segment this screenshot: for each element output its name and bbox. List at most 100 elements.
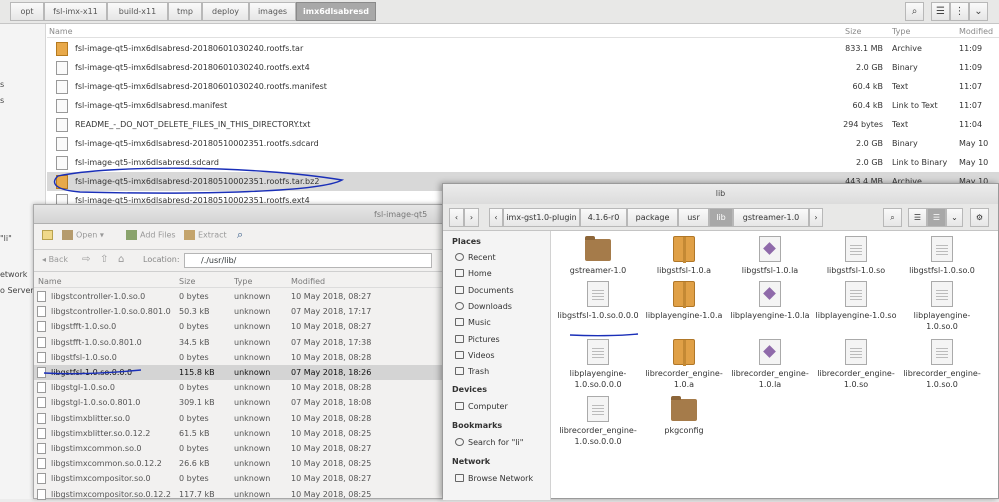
archive-row[interactable]: libgstfft-1.0.so.0.801.0 34.5 kB unknown 07…: [34, 335, 442, 350]
forward-button[interactable]: ›: [464, 208, 479, 227]
breadcrumb-opt[interactable]: opt: [10, 2, 44, 21]
home-button[interactable]: ⌂: [118, 254, 124, 265]
place-recent[interactable]: Recent: [455, 253, 496, 262]
col-size[interactable]: Size: [845, 27, 861, 36]
col-modified[interactable]: Modified: [959, 27, 993, 36]
device-computer[interactable]: Computer: [455, 402, 508, 411]
archive-row[interactable]: libgstfsl-1.0.so.0.0.0 115.8 kB unknown 07 …: [34, 365, 442, 380]
sidebar-fragment[interactable]: etwork: [0, 270, 27, 279]
archive-icon: [56, 175, 68, 189]
place-videos[interactable]: Videos: [455, 351, 495, 360]
col-type[interactable]: Type: [892, 27, 910, 36]
archive-row[interactable]: libgstimxcompositor.so.0 0 bytes unknown 10…: [34, 471, 442, 486]
path-gstreamer-1.0[interactable]: gstreamer-1.0: [733, 208, 809, 227]
grid-item[interactable]: gstreamer-1.0: [557, 236, 639, 276]
grid-item[interactable]: libgstfsl-1.0.so: [815, 236, 897, 276]
archive-row[interactable]: libgstcontroller-1.0.so.0 0 bytes unknown 1…: [34, 289, 442, 304]
grid-item[interactable]: libplayengine-1.0.so.0.0.0: [557, 339, 639, 390]
path-4.1.6-r0[interactable]: 4.1.6-r0: [580, 208, 627, 227]
archive-row[interactable]: libgstimxcommon.so.0 0 bytes unknown 10 May…: [34, 441, 442, 456]
back-button[interactable]: ◂ Back: [42, 255, 68, 264]
place-trash[interactable]: Trash: [455, 367, 489, 376]
place-pictures[interactable]: Pictures: [455, 335, 500, 344]
grid-item[interactable]: libgstfsl-1.0.la: [729, 236, 811, 276]
open-button[interactable]: Open ▾: [62, 230, 104, 240]
archive-row[interactable]: libgstimxblitter.so.0 0 bytes unknown 10 Ma…: [34, 411, 442, 426]
col-size[interactable]: Size: [179, 277, 195, 286]
grid-item[interactable]: librecorder_engine-1.0.so.0.0.0: [557, 396, 639, 447]
search-button[interactable]: ⌕: [883, 208, 902, 227]
file-row[interactable]: fsl-image-qt5-imx6dlsabresd-201806010302…: [47, 77, 999, 96]
grid-item[interactable]: librecorder_engine-1.0.la: [729, 339, 811, 390]
list-view-button[interactable]: ☰: [908, 208, 927, 227]
col-name[interactable]: Name: [49, 27, 73, 36]
breadcrumb-fsl-imx-x11[interactable]: fsl-imx-x11: [44, 2, 107, 21]
view-options-button[interactable]: ⌄: [969, 2, 988, 21]
file-row[interactable]: fsl-image-qt5-imx6dlsabresd-201805100023…: [47, 134, 999, 153]
grid-item[interactable]: libplayengine-1.0.so: [815, 281, 897, 321]
path-usr[interactable]: usr: [678, 208, 709, 227]
breadcrumb-tmp[interactable]: tmp: [168, 2, 202, 21]
sidebar-fragment[interactable]: o Server: [0, 286, 34, 295]
grid-item[interactable]: libgstfsl-1.0.a: [643, 236, 725, 276]
breadcrumb-deploy[interactable]: deploy: [202, 2, 249, 21]
add-files-button[interactable]: Add Files: [126, 230, 176, 240]
grid-item[interactable]: libgstfsl-1.0.so.0: [901, 236, 983, 276]
grid-item[interactable]: librecorder_engine-1.0.a: [643, 339, 725, 390]
extract-button[interactable]: Extract: [184, 230, 227, 240]
grid-item[interactable]: libplayengine-1.0.a: [643, 281, 725, 321]
grid-item[interactable]: librecorder_engine-1.0.so: [815, 339, 897, 390]
archive-row[interactable]: libgstgl-1.0.so.0 0 bytes unknown 10 May 20…: [34, 380, 442, 395]
up-button[interactable]: ⇧: [100, 254, 108, 265]
place-home[interactable]: Home: [455, 269, 492, 278]
file-row[interactable]: fsl-image-qt5-imx6dlsabresd-201806010302…: [47, 58, 999, 77]
file-row[interactable]: README_-_DO_NOT_DELETE_FILES_IN_THIS_DIR…: [47, 115, 999, 134]
view-options-button[interactable]: ⌄: [946, 208, 963, 227]
settings-button[interactable]: ⚙: [970, 208, 989, 227]
file-row[interactable]: fsl-image-qt5-imx6dlsabresd-201806010302…: [47, 39, 999, 58]
archive-row[interactable]: libgstfft-1.0.so.0 0 bytes unknown 10 May 2…: [34, 319, 442, 334]
archive-row[interactable]: libgstimxcommon.so.0.12.2 26.6 kB unknown 1…: [34, 456, 442, 471]
bookmark-search[interactable]: Search for "li": [455, 438, 523, 447]
archive-row[interactable]: libgstgl-1.0.so.0.801.0 309.1 kB unknown 07…: [34, 395, 442, 410]
place-documents[interactable]: Documents: [455, 286, 514, 295]
location-field[interactable]: /./usr/lib/: [184, 253, 432, 268]
breadcrumb-build-x11[interactable]: build-x11: [107, 2, 168, 21]
back-button[interactable]: ‹: [449, 208, 464, 227]
archive-row[interactable]: libgstfsl-1.0.so.0 0 bytes unknown 10 May 2…: [34, 350, 442, 365]
grid-view-button[interactable]: ☰: [927, 208, 946, 227]
path-imx-gst1.0-plugin[interactable]: imx-gst1.0-plugin: [503, 208, 580, 227]
col-modified[interactable]: Modified: [291, 277, 325, 286]
find-button[interactable]: ⌕: [237, 228, 243, 242]
sidebar-fragment[interactable]: s: [0, 96, 4, 105]
place-downloads[interactable]: Downloads: [455, 302, 512, 311]
forward-button[interactable]: ⇨: [82, 254, 90, 265]
breadcrumb-images[interactable]: images: [249, 2, 296, 21]
archive-row[interactable]: libgstimxcompositor.so.0.12.2 117.7 kB unk…: [34, 487, 442, 502]
file-icon: [37, 367, 46, 378]
grid-item[interactable]: libgstfsl-1.0.so.0.0.0: [557, 281, 639, 321]
archive-row[interactable]: libgstimxblitter.so.0.12.2 61.5 kB unknown…: [34, 426, 442, 441]
col-type[interactable]: Type: [234, 277, 252, 286]
sidebar-fragment[interactable]: "li": [0, 234, 12, 243]
breadcrumb-imx6dlsabresd[interactable]: imx6dlsabresd: [296, 2, 376, 21]
place-music[interactable]: Music: [455, 318, 491, 327]
search-button[interactable]: ⌕: [905, 2, 924, 21]
grid-item[interactable]: libplayengine-1.0.la: [729, 281, 811, 321]
grid-item[interactable]: libplayengine-1.0.so.0: [901, 281, 983, 332]
col-name[interactable]: Name: [38, 277, 62, 286]
new-archive-button[interactable]: [42, 230, 56, 240]
network-browse[interactable]: Browse Network: [455, 474, 533, 483]
path-scroll-right[interactable]: ›: [809, 208, 823, 227]
grid-item[interactable]: librecorder_engine-1.0.so.0: [901, 339, 983, 390]
sidebar-fragment[interactable]: s: [0, 80, 4, 89]
grid-item[interactable]: pkgconfig: [643, 396, 725, 436]
archive-row[interactable]: libgstcontroller-1.0.so.0.801.0 50.3 kB un…: [34, 304, 442, 319]
grid-view-button[interactable]: ⋮: [950, 2, 969, 21]
path-scroll-left[interactable]: ‹: [489, 208, 503, 227]
file-row[interactable]: fsl-image-qt5-imx6dlsabresd.manifest 60.4…: [47, 96, 999, 115]
file-row[interactable]: fsl-image-qt5-imx6dlsabresd.sdcard 2.0 GB…: [47, 153, 999, 172]
list-view-button[interactable]: ☰: [931, 2, 950, 21]
path-package[interactable]: package: [627, 208, 678, 227]
path-lib[interactable]: lib: [709, 208, 733, 227]
